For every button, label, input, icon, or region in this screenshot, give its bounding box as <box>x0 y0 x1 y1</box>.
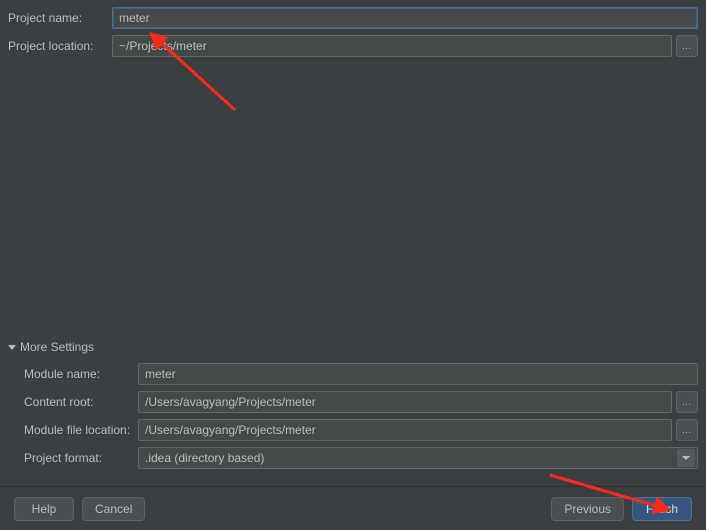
project-format-select[interactable]: .idea (directory based) <box>138 447 698 469</box>
project-format-label: Project format: <box>24 451 138 465</box>
module-file-location-label: Module file location: <box>24 423 138 437</box>
project-format-value: .idea (directory based) <box>145 451 264 465</box>
project-location-input[interactable] <box>112 35 672 57</box>
project-location-browse-button[interactable]: … <box>676 35 698 57</box>
project-name-input[interactable] <box>112 7 698 29</box>
content-root-label: Content root: <box>24 395 138 409</box>
ellipsis-icon: … <box>682 425 693 436</box>
content-root-input[interactable] <box>138 391 672 413</box>
more-settings-label: More Settings <box>20 340 94 354</box>
ellipsis-icon: … <box>682 397 693 408</box>
cancel-button[interactable]: Cancel <box>82 497 145 521</box>
previous-button[interactable]: Previous <box>551 497 624 521</box>
chevron-down-icon <box>8 345 16 350</box>
project-location-label: Project location: <box>8 39 112 53</box>
module-file-location-input[interactable] <box>138 419 672 441</box>
finish-button[interactable]: Finish <box>632 497 692 521</box>
help-button[interactable]: Help <box>14 497 74 521</box>
project-name-label: Project name: <box>8 11 112 25</box>
ellipsis-icon: … <box>682 41 693 52</box>
content-root-browse-button[interactable]: … <box>676 391 698 413</box>
more-settings-toggle[interactable]: More Settings <box>8 336 698 360</box>
module-name-label: Module name: <box>24 367 138 381</box>
module-name-input[interactable] <box>138 363 698 385</box>
chevron-down-icon <box>677 449 695 467</box>
module-file-location-browse-button[interactable]: … <box>676 419 698 441</box>
